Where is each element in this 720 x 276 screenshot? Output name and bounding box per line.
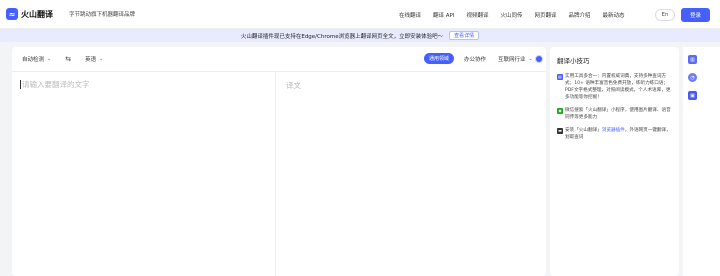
industry-label: 互联网行业 bbox=[498, 56, 526, 63]
tip-text-before: 安装「火山翻译」 bbox=[565, 128, 602, 133]
chevron-down-icon: ⌄ bbox=[47, 56, 52, 62]
settings-dot-icon[interactable] bbox=[535, 55, 543, 63]
banner-text: 火山翻译插件现已支持在Edge/Chrome浏览器上翻译网页全文，立即安装体验吧… bbox=[240, 33, 444, 40]
brand-slogan: 字节跳动旗下机器翻译品牌 bbox=[69, 12, 136, 18]
translate-panel: 自动检测 ⌄ ⇆ 英语 ⌄ 通用领域 办公协作 互联网行业 ⌄ 请输入要翻译的文… bbox=[12, 47, 546, 276]
login-button[interactable]: 登录 bbox=[681, 8, 710, 22]
tip-text: 实用工具多合一：内置权威词典，支持多种查词方式；10+ 语种丰富音色免费开放，练… bbox=[565, 74, 671, 100]
industry-select[interactable]: 互联网行业 ⌄ bbox=[498, 53, 533, 64]
logo-mark-icon: ≈ bbox=[6, 8, 18, 20]
main-nav: 在线翻译 翻译 API 视频翻译 火山同传 网页翻译 品牌介绍 最新动态 bbox=[399, 0, 637, 29]
banner-details-button[interactable]: 查看详情 bbox=[449, 31, 480, 40]
target-language-label: 英语 bbox=[85, 57, 97, 63]
history-icon[interactable]: ◔ bbox=[688, 73, 697, 82]
right-tool-rail: ▥ ◔ ▣ bbox=[683, 47, 720, 276]
nav-latest-news[interactable]: 最新动态 bbox=[603, 11, 625, 19]
tools-icon: ▤ bbox=[557, 73, 563, 80]
tips-title: 翻译小技巧 bbox=[557, 57, 590, 65]
nav-simultaneous[interactable]: 火山同传 bbox=[500, 11, 522, 19]
plugin-banner: 火山翻译插件现已支持在Edge/Chrome浏览器上翻译网页全文，立即安装体验吧… bbox=[0, 29, 720, 42]
browser-plugin-icon: ▬ bbox=[557, 127, 563, 134]
source-placeholder: 请输入要翻译的文字 bbox=[20, 80, 90, 89]
nav-translate-api[interactable]: 翻译 API bbox=[433, 11, 454, 19]
chevron-down-icon: ⌄ bbox=[99, 56, 104, 62]
tips-panel: 翻译小技巧 ▤ 实用工具多合一：内置权威词典，支持多种查词方式；10+ 语种丰富… bbox=[550, 47, 679, 276]
target-placeholder: 译文 bbox=[286, 81, 301, 90]
tip-text: 微信搜索「火山翻译」小程序，使用图片翻译、语音同传等更多能力 bbox=[565, 108, 671, 120]
document-icon[interactable]: ▥ bbox=[688, 55, 697, 64]
top-header: ≈ 火山翻译 字节跳动旗下机器翻译品牌 在线翻译 翻译 API 视频翻译 火山同… bbox=[0, 0, 720, 29]
nav-web-translate[interactable]: 网页翻译 bbox=[535, 11, 557, 19]
nav-brand-intro[interactable]: 品牌介绍 bbox=[569, 11, 591, 19]
office-collab-button[interactable]: 办公协作 bbox=[464, 53, 486, 64]
source-text-input[interactable]: 请输入要翻译的文字 bbox=[12, 71, 276, 276]
collection-icon[interactable]: ▣ bbox=[688, 91, 697, 100]
browser-plugin-link[interactable]: 浏览器插件 bbox=[602, 128, 625, 133]
wechat-miniapp-icon: ◆ bbox=[557, 107, 563, 114]
source-language-label: 自动检测 bbox=[22, 57, 45, 63]
nav-online-translate[interactable]: 在线翻译 bbox=[399, 11, 421, 19]
source-language-select[interactable]: 自动检测 ⌄ bbox=[22, 55, 51, 63]
tip-item-tools: ▤ 实用工具多合一：内置权威词典，支持多种查词方式；10+ 语种丰富音色免费开放… bbox=[557, 73, 672, 101]
target-language-select[interactable]: 英语 ⌄ bbox=[85, 55, 103, 63]
general-domain-button[interactable]: 通用领域 bbox=[424, 53, 454, 64]
nav-video-translate[interactable]: 视频翻译 bbox=[466, 11, 488, 19]
tip-item-plugin: ▬ 安装「火山翻译」浏览器插件，外语网页一键翻译，划取查词 bbox=[557, 127, 672, 141]
swap-icon[interactable]: ⇆ bbox=[65, 55, 71, 63]
tip-item-wechat: ◆ 微信搜索「火山翻译」小程序，使用图片翻译、语音同传等更多能力 bbox=[557, 107, 672, 121]
chevron-down-icon: ⌄ bbox=[528, 55, 533, 62]
brand-logo[interactable]: ≈ 火山翻译 bbox=[6, 8, 53, 20]
tip-text: 安装「火山翻译」浏览器插件，外语网页一键翻译，划取查词 bbox=[565, 127, 672, 141]
target-text-output: 译文 bbox=[276, 71, 546, 276]
logo-text: 火山翻译 bbox=[21, 9, 53, 19]
language-switch-button[interactable]: En bbox=[655, 9, 675, 21]
